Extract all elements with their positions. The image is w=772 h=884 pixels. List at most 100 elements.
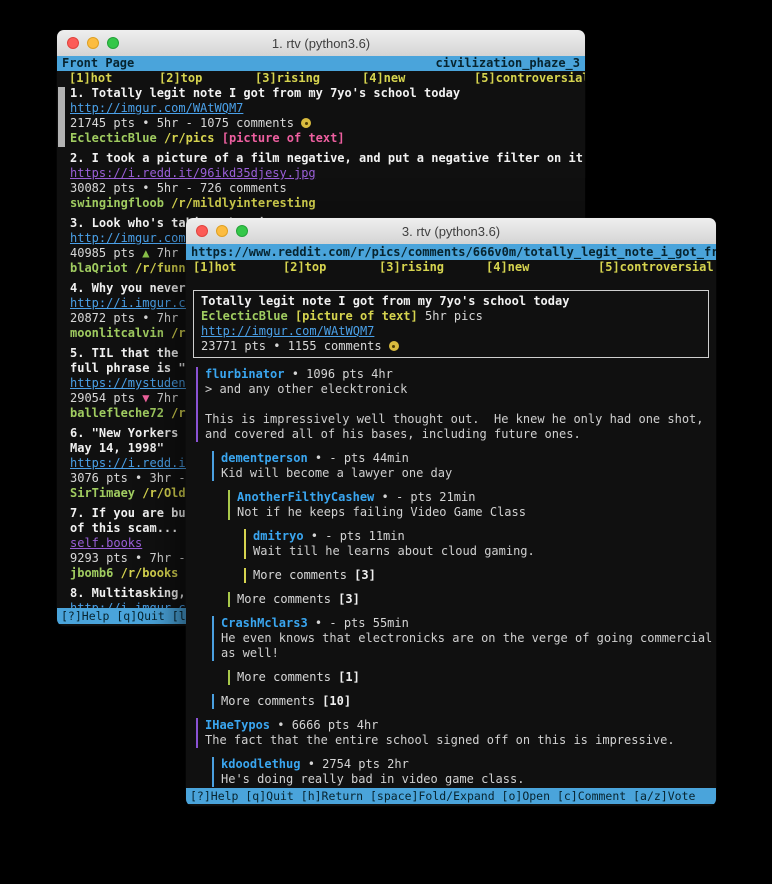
post-row[interactable]: 1. Totally legit note I got from my 7yo'… [70, 86, 585, 146]
zoom-button[interactable] [236, 225, 248, 237]
comment-header[interactable]: kdoodlethug • 2754 pts 2hr [221, 757, 716, 772]
post-byline: swingingfloob /r/mildlyinteresting [70, 196, 585, 211]
comment-meta: • 2754 pts 2hr [300, 757, 408, 771]
more-comments-row[interactable]: More comments [3] [237, 592, 716, 607]
comment-body-line: Not if he keeps failing Video Game Class [237, 505, 716, 520]
comment[interactable]: dmitryo • - pts 11minWait till he learns… [244, 529, 716, 559]
comment[interactable]: dementperson • - pts 44minKid will becom… [212, 451, 716, 481]
terminal-front: https://www.reddit.com/r/pics/comments/6… [186, 244, 716, 806]
more-comments-label: More comments [237, 592, 338, 606]
window-title: 1. rtv (python3.6) [272, 36, 370, 51]
post-title: 2. I took a picture of a film negative, … [70, 151, 585, 166]
comment-body-line: He's doing really bad in video game clas… [221, 772, 716, 787]
titlebar-front[interactable]: 3. rtv (python3.6) [186, 218, 716, 245]
more-comments[interactable]: More comments [3] [244, 568, 716, 583]
comment-author[interactable]: AnotherFilthyCashew [237, 490, 374, 504]
tab-4new[interactable]: [4]new [362, 71, 474, 86]
post-link[interactable]: self.books [70, 536, 142, 550]
more-comments-row[interactable]: More comments [3] [253, 568, 716, 583]
more-comments[interactable]: More comments [1] [228, 670, 716, 685]
spacer [215, 131, 222, 145]
tab-1hot[interactable]: [1]hot [193, 260, 283, 275]
post-subreddit[interactable]: /r/books [121, 566, 179, 580]
more-comments-label: More comments [221, 694, 322, 708]
comment-meta: • 1096 pts 4hr [284, 367, 392, 381]
comment[interactable]: CrashMclars3 • - pts 55minHe even knows … [212, 616, 716, 661]
window-comments: 3. rtv (python3.6) https://www.reddit.co… [186, 218, 716, 806]
sort-tabs-front: [1]hot[2]top[3]rising[4]new[5]controvers… [186, 260, 716, 275]
post-author[interactable]: blaQriot [70, 261, 128, 275]
minimize-button[interactable] [216, 225, 228, 237]
more-comments-row[interactable]: More comments [1] [237, 670, 716, 685]
tab-2top[interactable]: [2]top [283, 260, 379, 275]
submission-box[interactable]: Totally legit note I got from my 7yo's s… [193, 290, 709, 358]
post-subreddit[interactable]: /r/pics [164, 131, 215, 145]
comment-meta: • - pts 44min [308, 451, 409, 465]
more-comments-count: [10] [322, 694, 351, 708]
comment-header[interactable]: IHaeTypos • 6666 pts 4hr [205, 718, 716, 733]
post-link[interactable]: https://i.redd.it/96ikd35djesy.jpg [70, 166, 316, 180]
post-row[interactable]: 2. I took a picture of a film negative, … [70, 151, 585, 211]
more-comments[interactable]: More comments [10] [212, 694, 716, 709]
comment-meta: • - pts 11min [304, 529, 405, 543]
comment-author[interactable]: flurbinator [205, 367, 284, 381]
comment-author[interactable]: IHaeTypos [205, 718, 270, 732]
comment-author[interactable]: dmitryo [253, 529, 304, 543]
post-link[interactable]: https://mystudent [70, 376, 193, 390]
comment[interactable]: AnotherFilthyCashew • - pts 21minNot if … [228, 490, 716, 520]
more-comments-row[interactable]: More comments [10] [221, 694, 716, 709]
comment[interactable]: flurbinator • 1096 pts 4hr> and any othe… [196, 367, 716, 442]
post-subreddit[interactable]: /r/mildlyinteresting [171, 196, 316, 210]
submission-meta: 5hr pics [425, 309, 483, 323]
tab-5controversial[interactable]: [5]controversial [598, 260, 714, 275]
close-button[interactable] [196, 225, 208, 237]
submission-author[interactable]: EclecticBlue [201, 309, 288, 323]
tab-4new[interactable]: [4]new [486, 260, 598, 275]
post-link[interactable]: https://i.redd.it [70, 456, 193, 470]
statusbar-front: [?]Help [q]Quit [h]Return [space]Fold/Ex… [186, 788, 716, 804]
submission-link[interactable]: http://imgur.com/WAtWQM7 [201, 324, 374, 338]
post-url-row: http://imgur.com/WAtWQM7 [70, 101, 585, 116]
post-author[interactable]: moonlitcalvin [70, 326, 164, 340]
comment-meta: • 6666 pts 4hr [270, 718, 378, 732]
url-bar[interactable]: https://www.reddit.com/r/pics/comments/6… [186, 244, 716, 260]
more-comments-label: More comments [253, 568, 354, 582]
comment[interactable]: IHaeTypos • 6666 pts 4hrThe fact that th… [196, 718, 716, 748]
comment-author[interactable]: CrashMclars3 [221, 616, 308, 630]
post-author[interactable]: jbomb6 [70, 566, 113, 580]
comment-header[interactable]: AnotherFilthyCashew • - pts 21min [237, 490, 716, 505]
titlebar-back[interactable]: 1. rtv (python3.6) [57, 30, 585, 57]
more-comments[interactable]: More comments [3] [228, 592, 716, 607]
comment[interactable]: kdoodlethug • 2754 pts 2hrHe's doing rea… [212, 757, 716, 787]
tab-1hot[interactable]: [1]hot [69, 71, 159, 86]
tab-3rising[interactable]: [3]rising [255, 71, 362, 86]
comment-meta: • - pts 55min [308, 616, 409, 630]
post-age-comments: 5hr - 1075 comments [149, 116, 301, 130]
post-link[interactable]: http://imgur.com/WAtWQM7 [70, 101, 243, 115]
post-flair: [picture of text] [222, 131, 345, 145]
spacer [157, 131, 164, 145]
close-button[interactable] [67, 37, 79, 49]
page-title: Front Page [62, 56, 134, 71]
post-subreddit[interactable]: /r/funny [135, 261, 193, 275]
post-link[interactable]: http://imgur.com/ [70, 231, 193, 245]
post-author[interactable]: SirTimaey [70, 486, 135, 500]
minimize-button[interactable] [87, 37, 99, 49]
post-author[interactable]: ballefleche72 [70, 406, 164, 420]
comment-header[interactable]: dementperson • - pts 44min [221, 451, 716, 466]
comment-author[interactable]: dementperson [221, 451, 308, 465]
comment-author[interactable]: kdoodlethug [221, 757, 300, 771]
zoom-button[interactable] [107, 37, 119, 49]
post-points: 40985 pts [70, 246, 142, 260]
comment-header[interactable]: dmitryo • - pts 11min [253, 529, 716, 544]
window-title: 3. rtv (python3.6) [402, 224, 500, 239]
post-author[interactable]: EclecticBlue [70, 131, 157, 145]
tab-5controversial[interactable]: [5]controversial [474, 71, 585, 86]
comment-header[interactable]: flurbinator • 1096 pts 4hr [205, 367, 716, 382]
tab-2top[interactable]: [2]top [159, 71, 255, 86]
comment-list: flurbinator • 1096 pts 4hr> and any othe… [186, 367, 716, 787]
tab-3rising[interactable]: [3]rising [379, 260, 486, 275]
comment-header[interactable]: CrashMclars3 • - pts 55min [221, 616, 716, 631]
post-author[interactable]: swingingfloob [70, 196, 164, 210]
more-comments-label: More comments [237, 670, 338, 684]
